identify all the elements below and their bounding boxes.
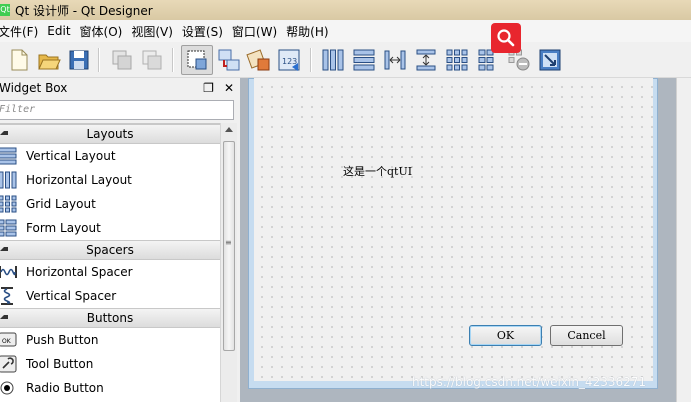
category-label: Spacers <box>86 243 134 257</box>
layout-vertical-splitter-icon[interactable] <box>413 47 439 73</box>
menu-view[interactable]: 视图(V) <box>129 23 180 40</box>
widget-list: Layouts Vertical Layout Horizontal Layou… <box>0 123 220 402</box>
qt-app-icon: Qt <box>0 4 10 16</box>
new-file-icon[interactable] <box>6 47 32 73</box>
list-item-label: Vertical Spacer <box>26 289 117 303</box>
ok-button[interactable]: OK <box>469 325 542 346</box>
edit-buddies-icon[interactable] <box>246 47 272 73</box>
filter-input[interactable]: Filter <box>0 100 234 120</box>
cut-icon[interactable] <box>109 47 135 73</box>
layout-vertical-icon[interactable] <box>351 47 377 73</box>
toolbar-separator <box>98 48 100 72</box>
form-layout-icon <box>0 219 17 237</box>
widget-box-scrollbar[interactable]: ≡ <box>220 123 237 402</box>
window-title: Qt 设计师 - Qt Designer <box>15 3 153 18</box>
edit-widgets-icon <box>187 50 207 70</box>
paste-icon[interactable] <box>139 47 165 73</box>
list-item-label: Horizontal Layout <box>26 173 132 187</box>
menu-help[interactable]: 帮助(H) <box>284 23 335 40</box>
list-item-push-button[interactable]: OK Push Button <box>0 328 220 352</box>
horizontal-layout-icon <box>0 171 17 189</box>
list-item-horizontal-spacer[interactable]: Horizontal Spacer <box>0 260 220 284</box>
search-icon <box>497 29 515 47</box>
mdi-scrollbar[interactable] <box>676 78 691 402</box>
toolbar-separator <box>310 48 312 72</box>
cancel-button[interactable]: Cancel <box>550 325 623 346</box>
category-buttons[interactable]: Buttons <box>0 308 220 328</box>
vertical-spacer-icon <box>1 287 13 305</box>
collapse-arrow-icon <box>0 247 8 251</box>
edit-tab-order-icon[interactable]: 123 <box>276 47 302 73</box>
list-item-label: Horizontal Spacer <box>26 265 133 279</box>
list-item-tool-button[interactable]: Tool Button <box>0 352 220 376</box>
svg-text:123: 123 <box>282 57 297 66</box>
list-item-label: Tool Button <box>26 357 94 371</box>
menu-edit[interactable]: Edit <box>45 24 77 38</box>
vertical-layout-icon <box>0 147 17 165</box>
scroll-grip-icon: ≡ <box>225 238 232 247</box>
category-layouts[interactable]: Layouts <box>0 124 220 144</box>
list-item-label: Radio Button <box>26 381 104 395</box>
menu-form[interactable]: 窗体(O) <box>78 23 130 40</box>
open-folder-icon[interactable] <box>36 47 62 73</box>
layout-horizontal-splitter-icon[interactable] <box>382 47 408 73</box>
grid-layout-icon <box>0 195 17 213</box>
layout-horizontal-icon[interactable] <box>320 47 346 73</box>
list-item-vertical-spacer[interactable]: Vertical Spacer <box>0 284 220 308</box>
search-overlay-button[interactable] <box>491 23 521 53</box>
title-bar: Qt Qt 设计师 - Qt Designer <box>0 0 691 20</box>
save-icon[interactable] <box>66 47 92 73</box>
menu-bar: 文件(F) Edit 窗体(O) 视图(V) 设置(S) 窗口(W) 帮助(H) <box>0 20 691 42</box>
svg-text:OK: OK <box>2 338 12 345</box>
edit-widgets-button[interactable] <box>181 45 213 75</box>
adjust-size-icon[interactable] <box>537 47 563 73</box>
menu-window[interactable]: 窗口(W) <box>230 23 284 40</box>
category-label: Layouts <box>86 127 134 141</box>
collapse-arrow-icon <box>0 315 8 319</box>
scroll-up-arrow-icon[interactable] <box>225 127 233 132</box>
list-item-label: Push Button <box>26 333 99 347</box>
menu-file[interactable]: 文件(F) <box>0 23 45 40</box>
tool-button-icon <box>0 355 17 373</box>
collapse-arrow-icon <box>0 131 8 135</box>
widget-box-panel: Widget Box ❐ ✕ Filter Layouts Vertical L… <box>0 78 240 402</box>
radio-button-icon <box>0 381 14 395</box>
main-toolbar: 123 <box>0 43 691 78</box>
list-item-horizontal-layout[interactable]: Horizontal Layout <box>0 168 220 192</box>
edit-signals-slots-icon[interactable] <box>216 47 242 73</box>
list-item-grid-layout[interactable]: Grid Layout <box>0 192 220 216</box>
layout-grid-icon[interactable] <box>444 47 470 73</box>
toolbar-separator <box>172 48 174 72</box>
category-spacers[interactable]: Spacers <box>0 240 220 260</box>
list-item-form-layout[interactable]: Form Layout <box>0 216 220 240</box>
widget-box-title: Widget Box <box>0 81 68 95</box>
form-label[interactable]: 这是一个qtUI <box>343 163 412 179</box>
horizontal-spacer-icon <box>0 266 17 278</box>
list-item-vertical-layout[interactable]: Vertical Layout <box>0 144 220 168</box>
list-item-radio-button[interactable]: Radio Button <box>0 376 220 400</box>
menu-settings[interactable]: 设置(S) <box>180 23 230 40</box>
list-item-label: Grid Layout <box>26 197 96 211</box>
watermark-text: https://blog.csdn.net/weixin_42336271 <box>412 375 647 389</box>
push-button-icon: OK <box>0 332 17 347</box>
list-item-label: Vertical Layout <box>26 149 116 163</box>
close-icon[interactable]: ✕ <box>224 81 234 95</box>
list-item-label: Form Layout <box>26 221 101 235</box>
category-label: Buttons <box>86 311 134 325</box>
float-panel-icon[interactable]: ❐ <box>203 81 214 95</box>
widget-box-header: Widget Box ❐ ✕ <box>0 78 240 98</box>
